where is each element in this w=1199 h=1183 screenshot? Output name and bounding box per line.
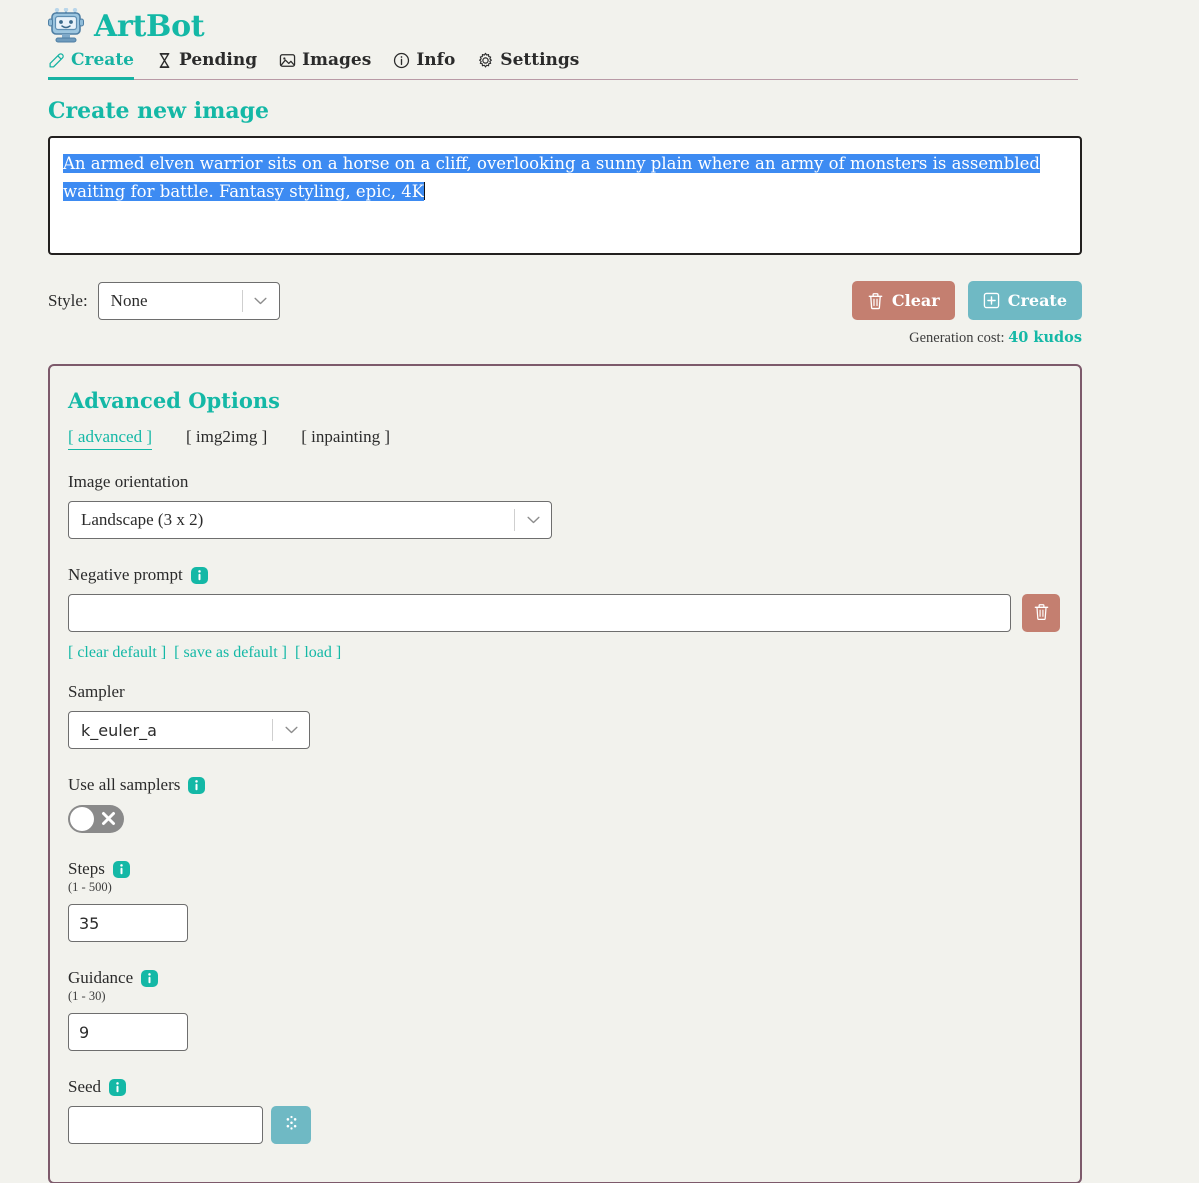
- nav-item-info[interactable]: Info: [393, 50, 455, 80]
- clear-button[interactable]: Clear: [851, 281, 955, 320]
- app-root: ArtBot Create Pending Images Info Settin…: [0, 0, 1199, 1183]
- guidance-label: Guidance: [68, 968, 1060, 988]
- dice-icon: [282, 1114, 301, 1136]
- orientation-label: Image orientation: [68, 472, 189, 491]
- nav-label-images: Images: [302, 50, 372, 70]
- info-icon[interactable]: [112, 860, 130, 878]
- info-icon[interactable]: [109, 1078, 127, 1096]
- plus-square-icon: [983, 292, 1000, 310]
- advanced-options-title: Advanced Options: [68, 388, 280, 413]
- style-select-value: None: [110, 290, 148, 310]
- tab-img2img[interactable]: [ img2img ]: [186, 427, 267, 450]
- advanced-options-panel: Advanced Options [ advanced ] [ img2img …: [48, 364, 1082, 1183]
- page-title: Create new image: [48, 98, 270, 124]
- negative-prompt-label: Negative prompt: [68, 565, 1060, 585]
- nav-item-pending[interactable]: Pending: [156, 50, 257, 80]
- negative-prompt-links: [ clear default ] [ save as default ] [ …: [68, 644, 1060, 662]
- steps-label: Steps: [68, 859, 1060, 879]
- nav-label-pending: Pending: [179, 50, 258, 70]
- generation-cost-label: Generation cost:: [909, 330, 1005, 346]
- link-save-as-default[interactable]: [ save as default ]: [174, 644, 287, 662]
- create-button-label: Create: [1007, 291, 1067, 310]
- trash-icon: [867, 292, 884, 310]
- seed-label-text: Seed: [68, 1077, 102, 1096]
- main-nav: Create Pending Images Info Settings: [48, 50, 1199, 80]
- create-button[interactable]: Create: [967, 281, 1082, 320]
- sampler-label: Sampler: [68, 682, 125, 701]
- negative-prompt-input[interactable]: [68, 594, 1012, 632]
- tab-inpainting[interactable]: [ inpainting ]: [301, 427, 390, 450]
- text-caret: [424, 182, 426, 200]
- nav-label-settings: Settings: [500, 50, 580, 70]
- link-clear-default[interactable]: [ clear default ]: [68, 644, 166, 662]
- brand: ArtBot: [48, 7, 1199, 44]
- guidance-label-text: Guidance: [68, 968, 134, 987]
- prompt-text: An armed elven warrior sits on a horse o…: [63, 150, 1067, 206]
- nav-item-settings[interactable]: Settings: [477, 50, 579, 80]
- link-load[interactable]: [ load ]: [295, 644, 341, 662]
- generation-cost: Generation cost: 40 kudos: [48, 329, 1082, 347]
- sampler-select[interactable]: k_euler_a: [68, 711, 310, 749]
- style-row: Style: None Clear Create: [48, 281, 1082, 320]
- prompt-input[interactable]: An armed elven warrior sits on a horse o…: [48, 136, 1082, 255]
- style-label: Style:: [48, 290, 88, 310]
- nav-item-images[interactable]: Images: [279, 50, 371, 80]
- generation-cost-value: 40 kudos: [1008, 329, 1082, 346]
- hourglass-icon: [156, 52, 173, 69]
- steps-label-text: Steps: [68, 859, 105, 878]
- steps-input[interactable]: [68, 904, 188, 942]
- app-header: ArtBot Create Pending Images Info Settin…: [0, 0, 1199, 80]
- chevron-down-icon: [243, 297, 279, 305]
- prompt-selected-text: An armed elven warrior sits on a horse o…: [63, 154, 1040, 201]
- pencil-icon: [48, 52, 65, 69]
- delete-negative-prompt-button[interactable]: [1022, 594, 1060, 632]
- trash-icon: [1033, 603, 1050, 624]
- style-select[interactable]: None: [97, 281, 280, 320]
- use-all-samplers-label: Use all samplers: [68, 775, 1060, 795]
- x-icon: [100, 810, 117, 827]
- info-icon[interactable]: [141, 969, 159, 987]
- negative-prompt-row: [68, 594, 1060, 632]
- info-circle-icon: [393, 52, 410, 69]
- nav-item-create[interactable]: Create: [48, 50, 134, 80]
- info-icon[interactable]: [190, 566, 208, 584]
- sampler-select-value: k_euler_a: [81, 720, 157, 740]
- chevron-down-icon: [515, 516, 551, 524]
- guidance-input[interactable]: [68, 1013, 188, 1051]
- seed-row: [68, 1106, 1060, 1144]
- orientation-select-value: Landscape (3 x 2): [81, 510, 204, 529]
- image-icon: [279, 52, 296, 69]
- toggle-knob: [70, 807, 94, 831]
- tab-advanced[interactable]: [ advanced ]: [68, 427, 153, 450]
- info-icon[interactable]: [188, 776, 206, 794]
- orientation-select[interactable]: Landscape (3 x 2): [68, 501, 552, 539]
- chevron-down-icon: [273, 726, 309, 734]
- guidance-range: (1 - 30): [68, 989, 106, 1003]
- steps-range: (1 - 500): [68, 880, 112, 894]
- random-seed-button[interactable]: [271, 1106, 311, 1144]
- use-all-samplers-label-text: Use all samplers: [68, 775, 181, 794]
- gear-icon: [477, 52, 494, 69]
- app-title: ArtBot: [94, 8, 205, 44]
- action-buttons: Clear Create: [851, 281, 1082, 320]
- seed-input[interactable]: [68, 1106, 263, 1144]
- use-all-samplers-toggle[interactable]: [68, 805, 124, 833]
- negative-prompt-label-text: Negative prompt: [68, 565, 183, 584]
- robot-icon: [48, 7, 84, 44]
- clear-button-label: Clear: [891, 291, 940, 310]
- nav-label-info: Info: [416, 50, 456, 70]
- seed-label: Seed: [68, 1077, 1060, 1097]
- advanced-tabs: [ advanced ] [ img2img ] [ inpainting ]: [68, 427, 1060, 450]
- nav-label-create: Create: [71, 50, 134, 70]
